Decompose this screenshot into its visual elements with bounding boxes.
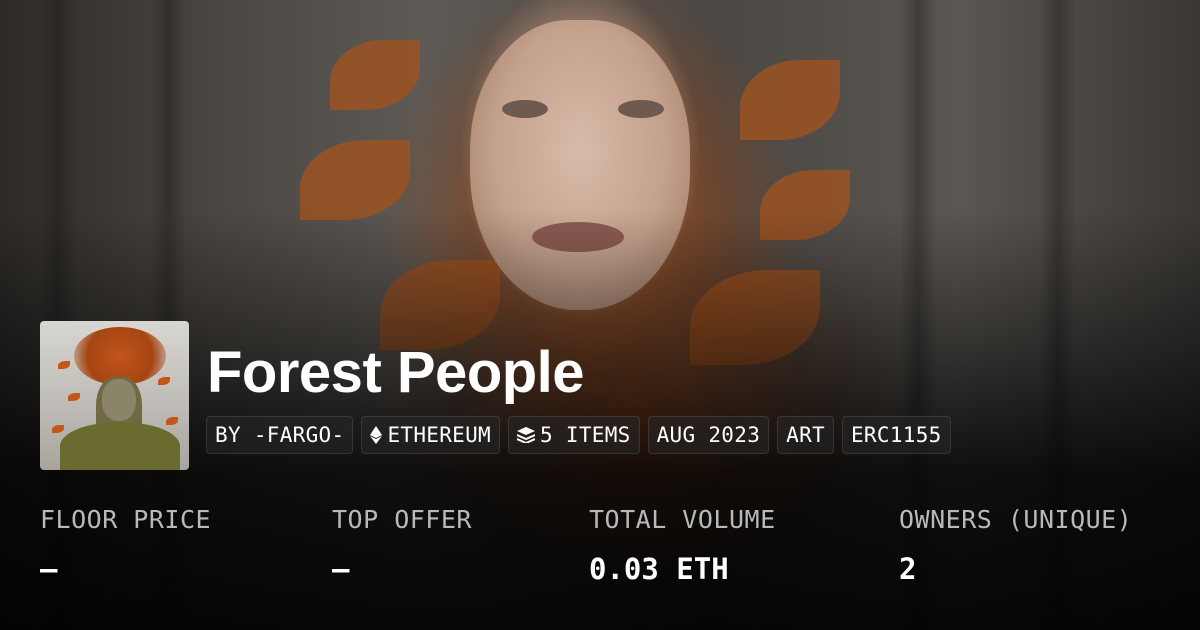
- tag-label: BY -FARGO-: [215, 423, 345, 447]
- collection-share-card: Forest People BY -FARGO- ETHEREUM 5 ITEM…: [0, 0, 1200, 630]
- owners-stat: OWNERS (UNIQUE) 2: [899, 505, 1132, 586]
- date-tag: AUG 2023: [647, 416, 770, 454]
- creator-tag: BY -FARGO-: [206, 416, 354, 454]
- stat-label: TOTAL VOLUME: [589, 505, 776, 534]
- collection-stats: FLOOR PRICE – TOP OFFER – TOTAL VOLUME 0…: [40, 505, 1180, 605]
- stat-value: 0.03 ETH: [589, 552, 729, 586]
- collection-tags: BY -FARGO- ETHEREUM 5 ITEMS AUG 2023 ART…: [206, 416, 951, 454]
- layers-icon: [516, 427, 535, 443]
- collection-thumbnail: [40, 321, 189, 470]
- top-offer-stat: TOP OFFER –: [332, 505, 472, 586]
- stat-value: 2: [899, 552, 917, 586]
- floor-price-stat: FLOOR PRICE –: [40, 505, 211, 586]
- tag-label: ETHEREUM: [387, 423, 491, 447]
- ethereum-icon: [370, 426, 383, 444]
- tag-label: ERC1155: [850, 423, 942, 447]
- standard-tag: ERC1155: [841, 416, 951, 454]
- stat-label: FLOOR PRICE: [40, 505, 212, 534]
- collection-title: Forest People: [207, 340, 585, 405]
- stat-label: TOP OFFER: [332, 505, 472, 534]
- chain-tag: ETHEREUM: [361, 416, 500, 454]
- stat-value: –: [40, 552, 58, 586]
- tag-label: ART: [786, 423, 825, 447]
- stat-label: OWNERS (UNIQUE): [899, 505, 1133, 534]
- stat-value: –: [332, 552, 350, 586]
- tag-label: AUG 2023: [656, 423, 761, 447]
- total-volume-stat: TOTAL VOLUME 0.03 ETH: [589, 505, 776, 586]
- items-tag: 5 ITEMS: [507, 416, 640, 454]
- category-tag: ART: [777, 416, 834, 454]
- tag-label: 5 ITEMS: [539, 423, 631, 447]
